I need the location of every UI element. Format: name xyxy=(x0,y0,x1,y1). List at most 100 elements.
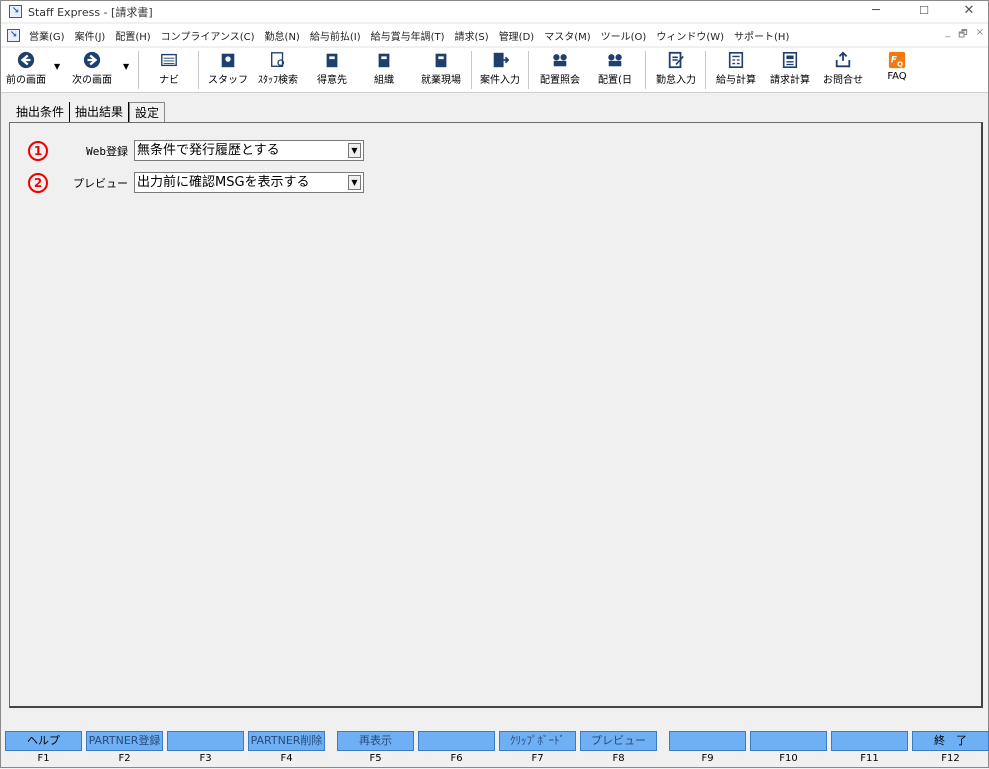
fkey-f10[interactable]: F10 xyxy=(750,731,827,764)
client-button[interactable]: 得意先 xyxy=(311,48,353,92)
setting-row-preview: 2 プレビュー 出力前に確認MSGを表示する ▼ xyxy=(28,172,364,193)
back-button[interactable]: 前の画面 xyxy=(3,48,49,92)
marker-1-badge: 1 xyxy=(28,140,48,161)
menu-tools[interactable]: ツール(O) xyxy=(596,28,652,43)
fkey-f7[interactable]: ｸﾘｯﾌﾟﾎﾞｰﾄﾞ F7 xyxy=(499,731,576,764)
people-icon xyxy=(608,54,622,67)
menu-advance-pay[interactable]: 給与前払(I) xyxy=(305,28,366,43)
preview-select[interactable]: 出力前に確認MSGを表示する ▼ xyxy=(134,172,364,193)
fkey-f3[interactable]: F3 xyxy=(167,731,244,764)
settings-panel: 1 Web登録 無条件で発行履歴とする ▼ 2 プレビュー 出力前に確認MSGを… xyxy=(9,122,983,708)
fkey-f2[interactable]: PARTNER登録 F2 xyxy=(86,731,163,764)
payroll-button[interactable]: 給与計算 xyxy=(710,48,762,92)
web-registration-label: Web登録 xyxy=(86,144,128,158)
maximize-button[interactable]: ☐ xyxy=(901,1,947,22)
f11-button[interactable] xyxy=(831,731,908,751)
forward-dropdown-icon[interactable]: ▼ xyxy=(123,62,129,71)
upload-tray-icon xyxy=(835,51,851,68)
placement-inquiry-button-label: 配置照会 xyxy=(540,75,580,86)
chevron-down-icon[interactable]: ▼ xyxy=(348,143,361,158)
exit-button[interactable]: 終 了 xyxy=(912,731,989,751)
inquiry-button[interactable]: お問合せ xyxy=(818,48,868,92)
fkey-f12[interactable]: 終 了 F12 xyxy=(912,731,989,764)
fkey-f6[interactable]: F6 xyxy=(418,731,495,764)
fkey-f4[interactable]: PARTNER削除 F4 xyxy=(248,731,325,764)
menu-sales[interactable]: 営業(G) xyxy=(24,28,70,43)
toolbar: 前の画面 ▼ 次の画面 ▼ ナビ スタッフ ｽﾀｯﾌ検索 得意先 組織 就業現場… xyxy=(1,48,988,93)
f9-button[interactable] xyxy=(669,731,746,751)
f6-button[interactable] xyxy=(418,731,495,751)
close-button[interactable]: ✕ xyxy=(946,1,989,22)
partner-delete-button[interactable]: PARTNER削除 xyxy=(248,731,325,751)
app-logo-icon: ↘ xyxy=(9,5,22,18)
menu-master[interactable]: マスタ(M) xyxy=(539,28,595,43)
forward-button[interactable]: 次の画面 xyxy=(67,48,117,92)
menu-case[interactable]: 案件(J) xyxy=(70,28,111,43)
placement-inquiry-button[interactable]: 配置照会 xyxy=(533,48,587,92)
help-button[interactable]: ヘルプ xyxy=(5,731,82,751)
menu-payroll[interactable]: 給与賞与年調(T) xyxy=(366,28,450,43)
fkey-f5[interactable]: 再表示 F5 xyxy=(337,731,414,764)
fkey-f8[interactable]: プレビュー F8 xyxy=(580,731,657,764)
fkey-label: F3 xyxy=(199,753,212,764)
svg-text:Q: Q xyxy=(897,59,903,68)
back-button-label: 前の画面 xyxy=(6,75,46,86)
faq-button-label: FAQ xyxy=(887,71,907,82)
navi-button[interactable]: ナビ xyxy=(149,48,189,92)
mdi-close-button[interactable]: × xyxy=(976,27,984,44)
menu-window[interactable]: ウィンドウ(W) xyxy=(651,28,729,43)
billing-button[interactable]: 請求計算 xyxy=(764,48,816,92)
fkey-f11[interactable]: F11 xyxy=(831,731,908,764)
faq-button[interactable]: FQ FAQ xyxy=(879,48,915,92)
menu-placement[interactable]: 配置(H) xyxy=(110,28,155,43)
tab-extract-results[interactable]: 抽出結果 xyxy=(70,102,130,123)
fkey-label: F7 xyxy=(531,753,544,764)
placement-day-button[interactable]: 配置(日 xyxy=(591,48,639,92)
fkey-f9[interactable]: F9 xyxy=(669,731,746,764)
placement-day-button-label: 配置(日 xyxy=(598,75,632,86)
chevron-down-icon[interactable]: ▼ xyxy=(348,175,361,190)
menu-billing[interactable]: 請求(S) xyxy=(450,28,494,43)
web-registration-value: 無条件で発行履歴とする xyxy=(137,143,280,158)
function-key-bar: ヘルプ F1 PARTNER登録 F2 F3 PARTNER削除 F4 再表示 F5 F… xyxy=(1,731,989,769)
org-button[interactable]: 組織 xyxy=(363,48,405,92)
back-dropdown-icon[interactable]: ▼ xyxy=(54,62,60,71)
f10-button[interactable] xyxy=(750,731,827,751)
fkey-label: F4 xyxy=(280,753,293,764)
case-input-button[interactable]: 案件入力 xyxy=(475,48,525,92)
clipboard-button[interactable]: ｸﾘｯﾌﾟﾎﾞｰﾄﾞ xyxy=(499,731,576,751)
partner-register-button[interactable]: PARTNER登録 xyxy=(86,731,163,751)
minimize-button[interactable]: ─ xyxy=(853,1,899,22)
worksite-button[interactable]: 就業現場 xyxy=(415,48,467,92)
f3-button[interactable] xyxy=(167,731,244,751)
preview-button[interactable]: プレビュー xyxy=(580,731,657,751)
worksite-button-label: 就業現場 xyxy=(421,75,461,86)
tab-extract-conditions[interactable]: 抽出条件 xyxy=(11,102,71,123)
menu-bar: ↘ 営業(G) 案件(J) 配置(H) コンプライアンス(C) 勤怠(N) 給与… xyxy=(1,24,988,46)
inquiry-button-label: お問合せ xyxy=(823,75,863,86)
toolbar-separator xyxy=(705,51,706,89)
toolbar-separator xyxy=(138,51,139,89)
menu-support[interactable]: サポート(H) xyxy=(729,28,794,43)
title-bar: ↘ Staff Express - [請求書] ─ ☐ ✕ xyxy=(1,1,988,22)
menu-attendance[interactable]: 勤怠(N) xyxy=(260,28,305,43)
mdi-minimize-button[interactable]: _ xyxy=(945,27,950,44)
web-registration-select[interactable]: 無条件で発行履歴とする ▼ xyxy=(134,140,364,161)
attendance-input-button[interactable]: 勤怠入力 xyxy=(651,48,701,92)
mdi-restore-button[interactable]: 🗗 xyxy=(958,27,967,44)
menu-compliance[interactable]: コンプライアンス(C) xyxy=(156,28,260,43)
org-button-label: 組織 xyxy=(374,75,394,86)
staff-icon xyxy=(221,53,235,68)
staff-button[interactable]: スタッフ xyxy=(207,48,249,92)
fkey-label: F11 xyxy=(860,753,879,764)
refresh-button[interactable]: 再表示 xyxy=(337,731,414,751)
menu-admin[interactable]: 管理(D) xyxy=(494,28,540,43)
forward-button-label: 次の画面 xyxy=(72,75,112,86)
attendance-input-button-label: 勤怠入力 xyxy=(656,75,696,86)
keyboard-icon xyxy=(161,53,177,67)
fkey-f1[interactable]: ヘルプ F1 xyxy=(5,731,82,764)
staff-search-button[interactable]: ｽﾀｯﾌ検索 xyxy=(253,48,303,92)
document-icon[interactable]: ↘ xyxy=(7,28,20,42)
worksite-icon xyxy=(435,53,447,68)
tab-settings[interactable]: 設定 xyxy=(129,102,166,123)
